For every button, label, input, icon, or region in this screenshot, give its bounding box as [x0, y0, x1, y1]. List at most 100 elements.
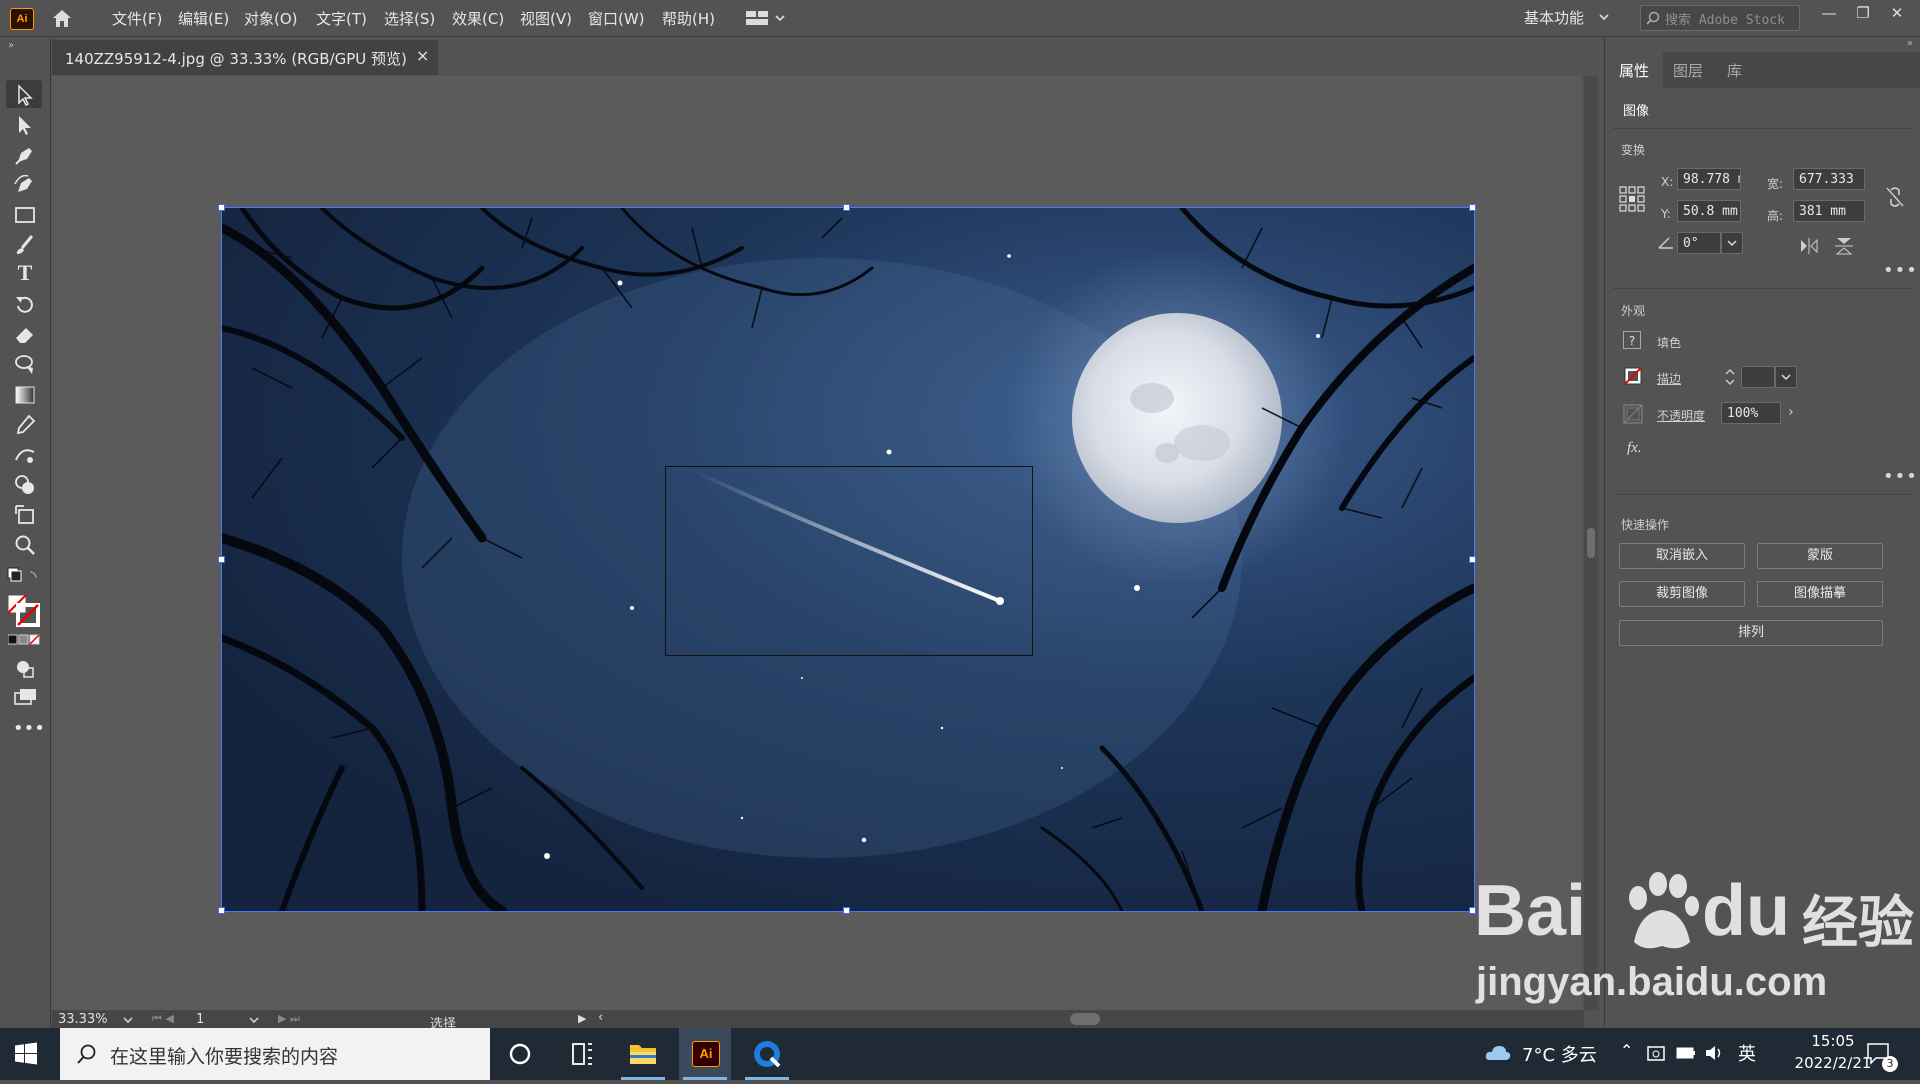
- vertical-scroll-thumb[interactable]: [1587, 528, 1595, 558]
- weather-cloud-icon[interactable]: [1484, 1042, 1512, 1064]
- menu-effect[interactable]: 效果(C): [452, 8, 504, 29]
- home-icon[interactable]: [50, 7, 74, 29]
- volume-icon[interactable]: [1704, 1044, 1724, 1062]
- transform-more-options-icon[interactable]: •••: [1883, 260, 1918, 281]
- close-window-button[interactable]: ✕: [1886, 4, 1908, 26]
- resize-handle-bottom-left[interactable]: [218, 907, 225, 914]
- collapse-icon[interactable]: »: [8, 40, 14, 51]
- taskbar-file-explorer[interactable]: [617, 1028, 669, 1080]
- stroke-weight-field[interactable]: [1741, 366, 1775, 388]
- fill-swatch-unknown-icon[interactable]: ?: [1623, 331, 1641, 349]
- mask-button[interactable]: 蒙版: [1757, 543, 1883, 569]
- opacity-label[interactable]: 不透明度: [1657, 407, 1705, 424]
- app-logo[interactable]: Ai: [10, 8, 34, 30]
- arrange-documents-icon[interactable]: [744, 8, 790, 28]
- chevron-down-icon[interactable]: [122, 1015, 134, 1025]
- workspace-switcher[interactable]: 基本功能: [1524, 7, 1584, 28]
- stepper-icon[interactable]: [1723, 366, 1737, 388]
- height-field[interactable]: 381 mm: [1793, 200, 1865, 222]
- chevron-down-icon[interactable]: [1598, 12, 1610, 22]
- opacity-field[interactable]: 100%: [1721, 402, 1781, 424]
- menu-edit[interactable]: 编辑(E): [178, 8, 229, 29]
- show-hidden-icons-icon[interactable]: ⌃: [1620, 1041, 1633, 1060]
- draw-mode-icon[interactable]: [12, 656, 38, 682]
- menu-type[interactable]: 文字(T): [316, 8, 367, 29]
- stroke-label[interactable]: 描边: [1657, 370, 1681, 387]
- selection-tool-icon[interactable]: [12, 82, 38, 108]
- pen-tool-icon[interactable]: [12, 142, 38, 168]
- resize-handle-top-left[interactable]: [218, 204, 225, 211]
- x-field[interactable]: 98.778 m: [1677, 168, 1741, 190]
- rotate-tool-icon[interactable]: [12, 292, 38, 318]
- image-trace-button[interactable]: 图像描摹: [1757, 581, 1883, 607]
- default-fill-stroke-icon[interactable]: [6, 566, 42, 588]
- task-view-icon[interactable]: [555, 1028, 607, 1080]
- shape-builder-tool-icon[interactable]: [12, 472, 38, 498]
- scroll-left-icon[interactable]: ‹: [598, 1010, 603, 1025]
- chevron-down-icon[interactable]: [248, 1015, 260, 1025]
- zoom-tool-icon[interactable]: [12, 532, 38, 558]
- menu-select[interactable]: 选择(S): [384, 8, 435, 29]
- arrange-button[interactable]: 排列: [1619, 620, 1883, 646]
- y-field[interactable]: 50.8 mm: [1677, 200, 1741, 222]
- width-field[interactable]: 677.333: [1793, 168, 1865, 190]
- taskbar-browser[interactable]: [741, 1028, 793, 1080]
- taskbar-illustrator[interactable]: Ai: [679, 1028, 731, 1080]
- screen-mode-icon[interactable]: [12, 684, 38, 710]
- rotation-dropdown[interactable]: [1721, 232, 1743, 254]
- paintbrush-tool-icon[interactable]: [12, 232, 38, 258]
- page-number[interactable]: 1: [196, 1012, 204, 1027]
- status-menu-arrow-icon[interactable]: ▶: [578, 1012, 586, 1025]
- eraser-tool-icon[interactable]: [12, 322, 38, 348]
- artboard-tool-icon[interactable]: [12, 502, 38, 528]
- reference-point-icon[interactable]: [1619, 186, 1645, 212]
- tab-libraries[interactable]: 库: [1727, 60, 1742, 81]
- tab-properties[interactable]: 属性: [1619, 60, 1649, 81]
- drawn-rectangle[interactable]: [665, 466, 1033, 656]
- rectangle-tool-icon[interactable]: [12, 202, 38, 228]
- flip-horizontal-icon[interactable]: [1799, 238, 1819, 254]
- curvature-tool-icon[interactable]: [12, 172, 38, 198]
- resize-handle-top-center[interactable]: [843, 204, 850, 211]
- input-language[interactable]: 英: [1738, 1040, 1756, 1066]
- constrain-proportions-icon[interactable]: [1885, 186, 1905, 208]
- opacity-expand-icon[interactable]: ›: [1781, 402, 1801, 424]
- document-tab[interactable]: 140ZZ95912-4.jpg @ 33.33% (RGB/GPU 预览) ×: [52, 40, 438, 75]
- restore-button[interactable]: ❐: [1852, 4, 1874, 26]
- first-page-icon[interactable]: ⏮ ◀: [152, 1012, 174, 1026]
- resize-handle-top-right[interactable]: [1469, 204, 1476, 211]
- menu-window[interactable]: 窗口(W): [588, 8, 645, 29]
- resize-handle-middle-left[interactable]: [218, 556, 225, 563]
- taskbar-search-box[interactable]: 在这里输入你要搜索的内容: [60, 1028, 490, 1080]
- minimize-button[interactable]: —: [1818, 4, 1840, 26]
- menu-object[interactable]: 对象(O): [244, 8, 298, 29]
- puppet-warp-tool-icon[interactable]: [12, 442, 38, 468]
- resize-handle-middle-right[interactable]: [1469, 556, 1476, 563]
- close-tab-button[interactable]: ×: [416, 46, 429, 65]
- resize-handle-bottom-center[interactable]: [843, 907, 850, 914]
- collapse-panel-icon[interactable]: »: [1605, 38, 1920, 52]
- menu-view[interactable]: 视图(V): [520, 8, 572, 29]
- type-tool-icon[interactable]: T: [12, 260, 38, 286]
- gradient-tool-icon[interactable]: [12, 382, 38, 408]
- lasso-tool-icon[interactable]: [12, 352, 38, 378]
- menu-help[interactable]: 帮助(H): [662, 8, 715, 29]
- rotation-field[interactable]: 0°: [1677, 232, 1721, 254]
- flip-vertical-icon[interactable]: [1835, 236, 1853, 256]
- effects-fx-icon[interactable]: fx.: [1627, 440, 1642, 457]
- security-tray-icon[interactable]: [1646, 1044, 1666, 1064]
- appearance-more-options-icon[interactable]: •••: [1883, 466, 1918, 487]
- unembed-button[interactable]: 取消嵌入: [1619, 543, 1745, 569]
- fill-stroke-swatch-icon[interactable]: [6, 593, 42, 629]
- zoom-level[interactable]: 33.33%: [58, 1012, 108, 1027]
- horizontal-scroll-thumb[interactable]: [1070, 1013, 1100, 1025]
- direct-selection-tool-icon[interactable]: [12, 112, 38, 138]
- stock-search-input[interactable]: 搜索 Adobe Stock: [1640, 5, 1800, 31]
- more-tools-icon[interactable]: •••: [13, 718, 45, 739]
- cortana-icon[interactable]: [494, 1028, 546, 1080]
- battery-icon[interactable]: [1676, 1046, 1696, 1060]
- windows-start-icon[interactable]: [14, 1042, 38, 1066]
- clock-time[interactable]: 15:05: [1788, 1032, 1878, 1050]
- crop-image-button[interactable]: 裁剪图像: [1619, 581, 1745, 607]
- stroke-none-swatch-icon[interactable]: [1623, 366, 1643, 386]
